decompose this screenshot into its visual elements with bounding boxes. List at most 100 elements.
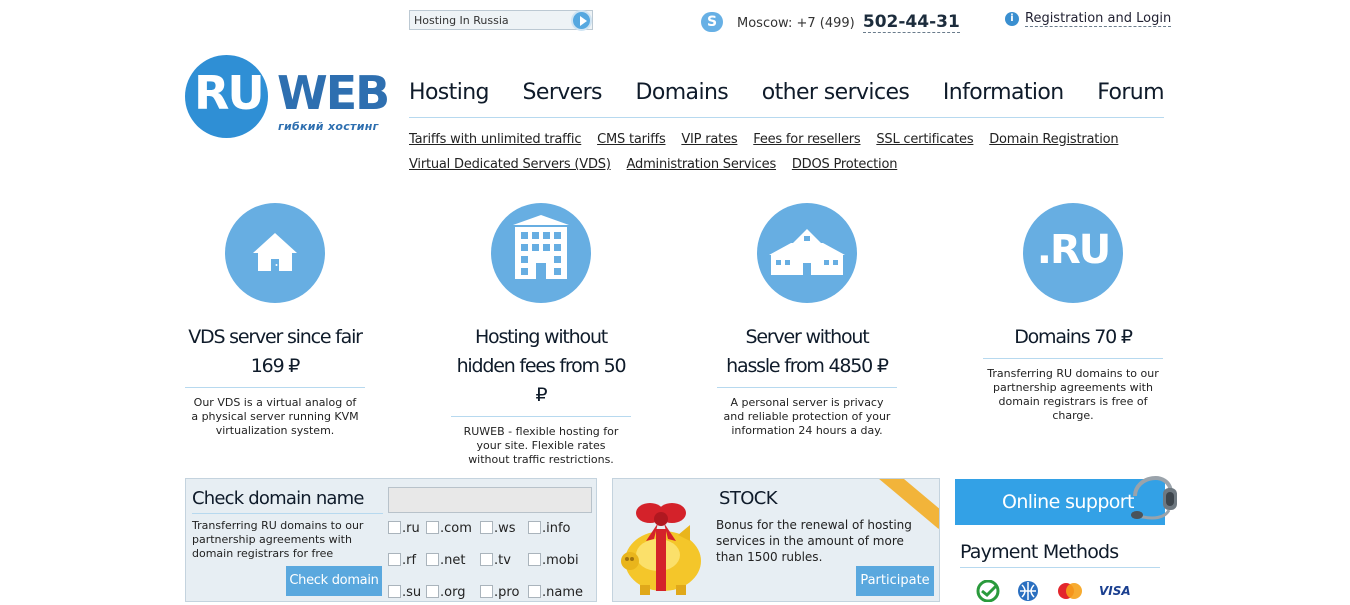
tld-label: .org <box>440 585 466 600</box>
feature-title[interactable]: Server without hassle from 4850 ₽ <box>717 323 897 388</box>
domain-check-panel: Check domain name Transferring RU domain… <box>185 478 597 602</box>
subnav-reseller-fees[interactable]: Fees for resellers <box>753 132 860 147</box>
tld-checkbox[interactable]: .net <box>426 553 465 568</box>
nav-other-services[interactable]: other services <box>762 80 910 117</box>
subnav-administration[interactable]: Administration Services <box>627 157 777 172</box>
nav-servers[interactable]: Servers <box>523 80 603 117</box>
search-box <box>409 10 593 31</box>
nav-domains[interactable]: Domains <box>636 80 729 117</box>
tld-label: .name <box>542 585 583 600</box>
tld-checkbox[interactable]: .name <box>528 585 583 600</box>
tld-label: .com <box>440 521 472 536</box>
feature-domains: .RU Domains 70 ₽ Transferring RU domains… <box>983 203 1163 423</box>
subnav-domain-registration[interactable]: Domain Registration <box>989 132 1118 147</box>
subnav-vds[interactable]: Virtual Dedicated Servers (VDS) <box>409 157 611 172</box>
checkbox[interactable] <box>480 521 493 534</box>
checkbox[interactable] <box>388 553 401 566</box>
checkbox[interactable] <box>426 521 439 534</box>
tld-checkbox[interactable]: .org <box>426 585 465 600</box>
checkbox[interactable] <box>528 521 541 534</box>
logo[interactable]: RU WEB гибкий хостинг <box>185 54 390 144</box>
nav-hosting[interactable]: Hosting <box>409 80 490 117</box>
skype-icon[interactable]: S <box>701 12 723 32</box>
tld-label: .info <box>542 521 571 536</box>
checkbox[interactable] <box>528 585 541 598</box>
tld-label: .tv <box>494 553 511 568</box>
stock-desc: Bonus for the renewal of hosting service… <box>716 518 912 564</box>
tld-checkbox[interactable]: .su <box>388 585 421 600</box>
house-icon[interactable] <box>225 203 325 303</box>
checkbox[interactable] <box>388 585 401 598</box>
mastercard-icon <box>1058 583 1082 599</box>
tld-label: .rf <box>402 553 417 568</box>
feature-title[interactable]: Domains 70 ₽ <box>983 323 1163 359</box>
feature-vds: VDS server since fair 169 ₽ Our VDS is a… <box>185 203 365 438</box>
tld-checkbox[interactable]: .ru <box>388 521 420 536</box>
payment-icons: VISA <box>975 580 1131 602</box>
feature-text: Our VDS is a virtual analog of a physica… <box>191 396 359 437</box>
tld-checkbox[interactable]: .pro <box>480 585 519 600</box>
logo-web-text: WEB <box>277 66 390 120</box>
auth-area: i Registration and Login <box>1005 11 1172 27</box>
apartment-building-icon[interactable] <box>491 203 591 303</box>
subnav-ddos-protection[interactable]: DDOS Protection <box>792 157 898 172</box>
info-icon: i <box>1005 11 1019 26</box>
mansion-icon[interactable] <box>757 203 857 303</box>
payment-methods-title: Payment Methods <box>960 541 1160 568</box>
subnav-vip-rates[interactable]: VIP rates <box>681 132 737 147</box>
tld-checkbox[interactable]: .tv <box>480 553 511 568</box>
subnav-unlimited-traffic[interactable]: Tariffs with unlimited traffic <box>409 132 581 147</box>
tld-checkbox[interactable]: .info <box>528 521 571 536</box>
domain-check-desc: Transferring RU domains to our partnersh… <box>192 519 364 560</box>
logo-tagline: гибкий хостинг <box>278 120 379 133</box>
tld-checkbox[interactable]: .com <box>426 521 472 536</box>
feature-title[interactable]: Hosting without hidden fees from 50 ₽ <box>451 323 631 417</box>
main-nav: Hosting Servers Domains other services I… <box>409 80 1165 118</box>
phone-number[interactable]: 502-44-31 <box>862 12 960 33</box>
checkbox[interactable] <box>426 553 439 566</box>
tld-label: .mobi <box>542 553 579 568</box>
subnav-ssl-certificates[interactable]: SSL certificates <box>876 132 973 147</box>
feature-text: RUWEB - flexible hosting for your site. … <box>463 425 619 466</box>
tld-label: .su <box>402 585 422 600</box>
tld-checkbox[interactable]: .mobi <box>528 553 579 568</box>
feature-server: Server without hassle from 4850 ₽ A pers… <box>717 203 897 438</box>
subnav-cms-tariffs[interactable]: CMS tariffs <box>597 132 666 147</box>
domain-check-title: Check domain name <box>192 488 383 514</box>
logo-ru-text: RU <box>194 66 265 120</box>
checkbox[interactable] <box>480 585 493 598</box>
tld-label: .ws <box>494 521 516 536</box>
tld-label: .ru <box>402 521 420 536</box>
tld-checkbox[interactable]: .rf <box>388 553 416 568</box>
stock-panel: STOCK Bonus for the renewal of hosting s… <box>612 478 940 602</box>
sub-nav: Tariffs with unlimited traffic CMS tarif… <box>409 127 1169 177</box>
phone-prefix: Moscow: +7 (499) <box>737 16 855 31</box>
sberbank-icon <box>976 580 1000 602</box>
participate-button[interactable]: Participate <box>856 566 934 596</box>
piggy-bank-icon <box>621 503 701 595</box>
check-domain-button[interactable]: Check domain <box>286 566 382 596</box>
search-input[interactable] <box>410 11 570 29</box>
checkbox[interactable] <box>426 585 439 598</box>
domain-name-input[interactable] <box>388 487 592 513</box>
tld-label: .net <box>440 553 466 568</box>
tld-checkbox[interactable]: .ws <box>480 521 516 536</box>
feature-title[interactable]: VDS server since fair 169 ₽ <box>185 323 365 388</box>
feature-text: A personal server is privacy and reliabl… <box>723 396 891 437</box>
webmoney-icon <box>1018 581 1038 601</box>
nav-forum[interactable]: Forum <box>1097 80 1164 117</box>
feature-text: Transferring RU domains to our partnersh… <box>987 367 1159 422</box>
checkbox[interactable] <box>480 553 493 566</box>
registration-login-link[interactable]: Registration and Login <box>1025 11 1172 27</box>
stock-title: STOCK <box>719 488 778 509</box>
ru-domain-icon[interactable]: .RU <box>1023 203 1123 303</box>
headset-icon <box>1131 476 1177 520</box>
visa-icon: VISA <box>1099 584 1131 598</box>
nav-information[interactable]: Information <box>943 80 1064 117</box>
ru-domain-icon-text: .RU <box>1036 227 1111 273</box>
phone-contact: Moscow: +7 (499) 502-44-31 <box>737 12 960 33</box>
feature-hosting: Hosting without hidden fees from 50 ₽ RU… <box>451 203 631 467</box>
checkbox[interactable] <box>388 521 401 534</box>
checkbox[interactable] <box>528 553 541 566</box>
search-go-button[interactable] <box>571 10 592 31</box>
